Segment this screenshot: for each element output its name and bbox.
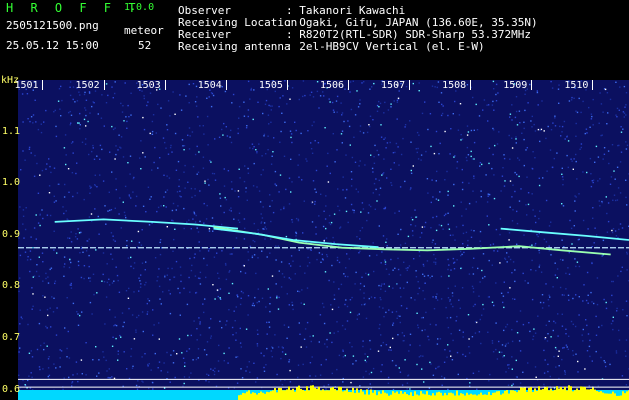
x-tick-label: 1508	[442, 80, 467, 91]
y-tick-label: 0.6	[2, 383, 21, 395]
y-tick-label: 0.8	[2, 280, 21, 292]
x-tick-mark	[409, 80, 411, 90]
y-tick-label: 0.7	[2, 332, 21, 344]
x-tick-mark	[347, 80, 349, 90]
meteor-count: 52	[138, 39, 152, 52]
x-tick-label: 1503	[136, 80, 161, 91]
hrofft-window: H R O F F T 1.0.0 2505121500.png meteor …	[0, 0, 629, 400]
info-key-location: Receiving Location	[178, 16, 298, 29]
x-tick-label: 1509	[503, 80, 528, 91]
x-tick-label: 1505	[258, 80, 283, 91]
x-tick-label: 1506	[319, 80, 345, 91]
x-tick-label: 1501	[14, 80, 39, 91]
x-tick-label: 1502	[75, 80, 100, 91]
x-tick-mark	[103, 80, 105, 90]
x-tick-mark	[531, 80, 533, 90]
info-value-receiver: : R820T2(RTL-SDR) SDR-Sharp 53.372MHz	[286, 28, 532, 41]
x-tick-mark	[286, 80, 288, 90]
meteor-trace	[500, 227, 629, 241]
observation-datetime: 25.05.12 15:00	[6, 39, 99, 52]
meteor-trace	[54, 218, 239, 230]
app-brand: H R O F F T	[6, 1, 141, 15]
x-tick-mark	[164, 80, 166, 90]
info-key-receiver: Receiver	[178, 28, 231, 41]
y-tick-label: 1.1	[2, 125, 21, 137]
file-name: 2505121500.png	[6, 19, 99, 32]
meteor-trace	[213, 227, 379, 249]
app-version: 1.0.0	[124, 2, 155, 13]
meteor-label: meteor	[124, 24, 164, 37]
info-key-observer: Observer	[178, 4, 231, 17]
info-value-antenna: : 2el-HB9CV Vertical (el. E-W)	[286, 40, 485, 53]
info-key-antenna: Receiving antenna	[178, 40, 291, 53]
x-tick-label: 1507	[381, 80, 406, 91]
x-tick-mark	[42, 80, 44, 90]
noise-layer	[18, 80, 629, 400]
y-tick-label: 1.0	[2, 177, 21, 189]
y-tick-label: 0.9	[2, 228, 21, 240]
info-value-observer: : Takanori Kawachi	[286, 4, 406, 17]
x-tick-mark	[470, 80, 472, 90]
spectrogram-plot	[18, 80, 629, 400]
info-value-location: : Ogaki, Gifu, JAPAN (136.60E, 35.35N)	[286, 16, 538, 29]
x-tick-label: 1510	[564, 80, 589, 91]
spectrogram-svg	[18, 80, 629, 400]
x-tick-mark	[592, 80, 594, 90]
x-tick-mark	[225, 80, 227, 90]
x-tick-label: 1504	[197, 80, 222, 91]
